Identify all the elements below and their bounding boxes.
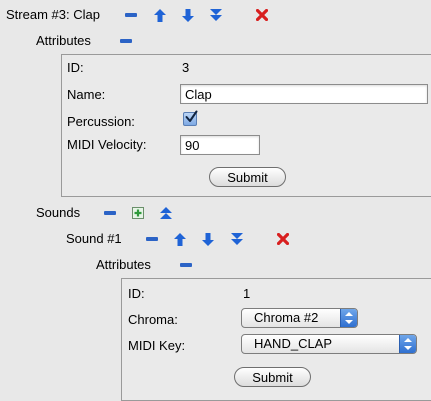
sound-submit-button[interactable]: Submit: [234, 367, 311, 387]
delete-stream-button[interactable]: [254, 7, 270, 23]
add-sound-button[interactable]: [130, 205, 146, 221]
stream-attributes-label: Attributes: [36, 33, 91, 48]
double-arrow-down-icon: [231, 232, 243, 245]
move-stream-bottom-button[interactable]: [208, 7, 224, 23]
move-stream-up-button[interactable]: [152, 7, 168, 23]
midi-velocity-input[interactable]: [180, 135, 260, 155]
arrow-down-icon: [202, 232, 214, 246]
midi-key-label: MIDI Key:: [128, 338, 186, 353]
minus-icon: [146, 237, 158, 241]
collapse-sound-button[interactable]: [144, 231, 160, 247]
sound-id-label: ID:: [128, 286, 145, 301]
collapse-stream-button[interactable]: [123, 7, 139, 23]
collapse-sounds-button[interactable]: [102, 205, 118, 221]
delete-sound-button[interactable]: [275, 231, 291, 247]
collapse-sound-attributes-button[interactable]: [178, 257, 194, 273]
arrow-up-icon: [154, 8, 166, 22]
move-stream-down-button[interactable]: [180, 7, 196, 23]
sound-attributes-label: Attributes: [96, 257, 151, 272]
stream-id-label: ID:: [67, 60, 84, 75]
updown-arrows-icon: [399, 335, 416, 353]
move-sound-down-button[interactable]: [200, 231, 216, 247]
sound-id-value: 1: [243, 286, 251, 301]
move-sound-up-button[interactable]: [172, 231, 188, 247]
stream-submit-button[interactable]: Submit: [209, 167, 286, 187]
double-arrow-down-icon: [210, 8, 222, 21]
minus-icon: [104, 211, 116, 215]
stream-attributes-panel: ID: 3 Name: Percussion: MIDI Velocity: S…: [61, 54, 431, 197]
move-sound-bottom-button[interactable]: [229, 231, 245, 247]
chroma-select-value: Chroma #2: [254, 310, 319, 325]
double-arrow-up-icon: [160, 206, 172, 219]
move-sounds-top-button[interactable]: [158, 205, 174, 221]
percussion-label: Percussion:: [67, 114, 135, 129]
add-icon: [132, 207, 144, 219]
percussion-checkbox[interactable]: [183, 110, 198, 126]
sounds-label: Sounds: [36, 205, 81, 220]
arrow-up-icon: [174, 232, 186, 246]
minus-icon: [120, 39, 132, 43]
stream-id-value: 3: [182, 60, 190, 75]
updown-arrows-icon: [340, 309, 357, 327]
checkmark-icon: [185, 110, 198, 122]
minus-icon: [125, 13, 137, 17]
chroma-label: Chroma:: [128, 312, 178, 327]
sound-attributes-panel: ID: 1 Chroma: Chroma #2 MIDI Key: HAND_C…: [121, 278, 431, 401]
stream-title: Stream #3: Clap: [6, 7, 100, 22]
stream-name-label: Name:: [67, 87, 106, 102]
midi-key-select[interactable]: HAND_CLAP: [241, 334, 417, 354]
arrow-down-icon: [182, 8, 194, 22]
chroma-select[interactable]: Chroma #2: [241, 308, 358, 328]
sound-title: Sound #1: [66, 231, 122, 246]
midi-velocity-label: MIDI Velocity:: [67, 137, 147, 152]
stream-name-input[interactable]: [180, 84, 428, 104]
collapse-stream-attributes-button[interactable]: [118, 33, 134, 49]
minus-icon: [180, 263, 192, 267]
midi-key-select-value: HAND_CLAP: [254, 336, 333, 351]
delete-icon: [277, 233, 289, 245]
delete-icon: [256, 9, 268, 21]
